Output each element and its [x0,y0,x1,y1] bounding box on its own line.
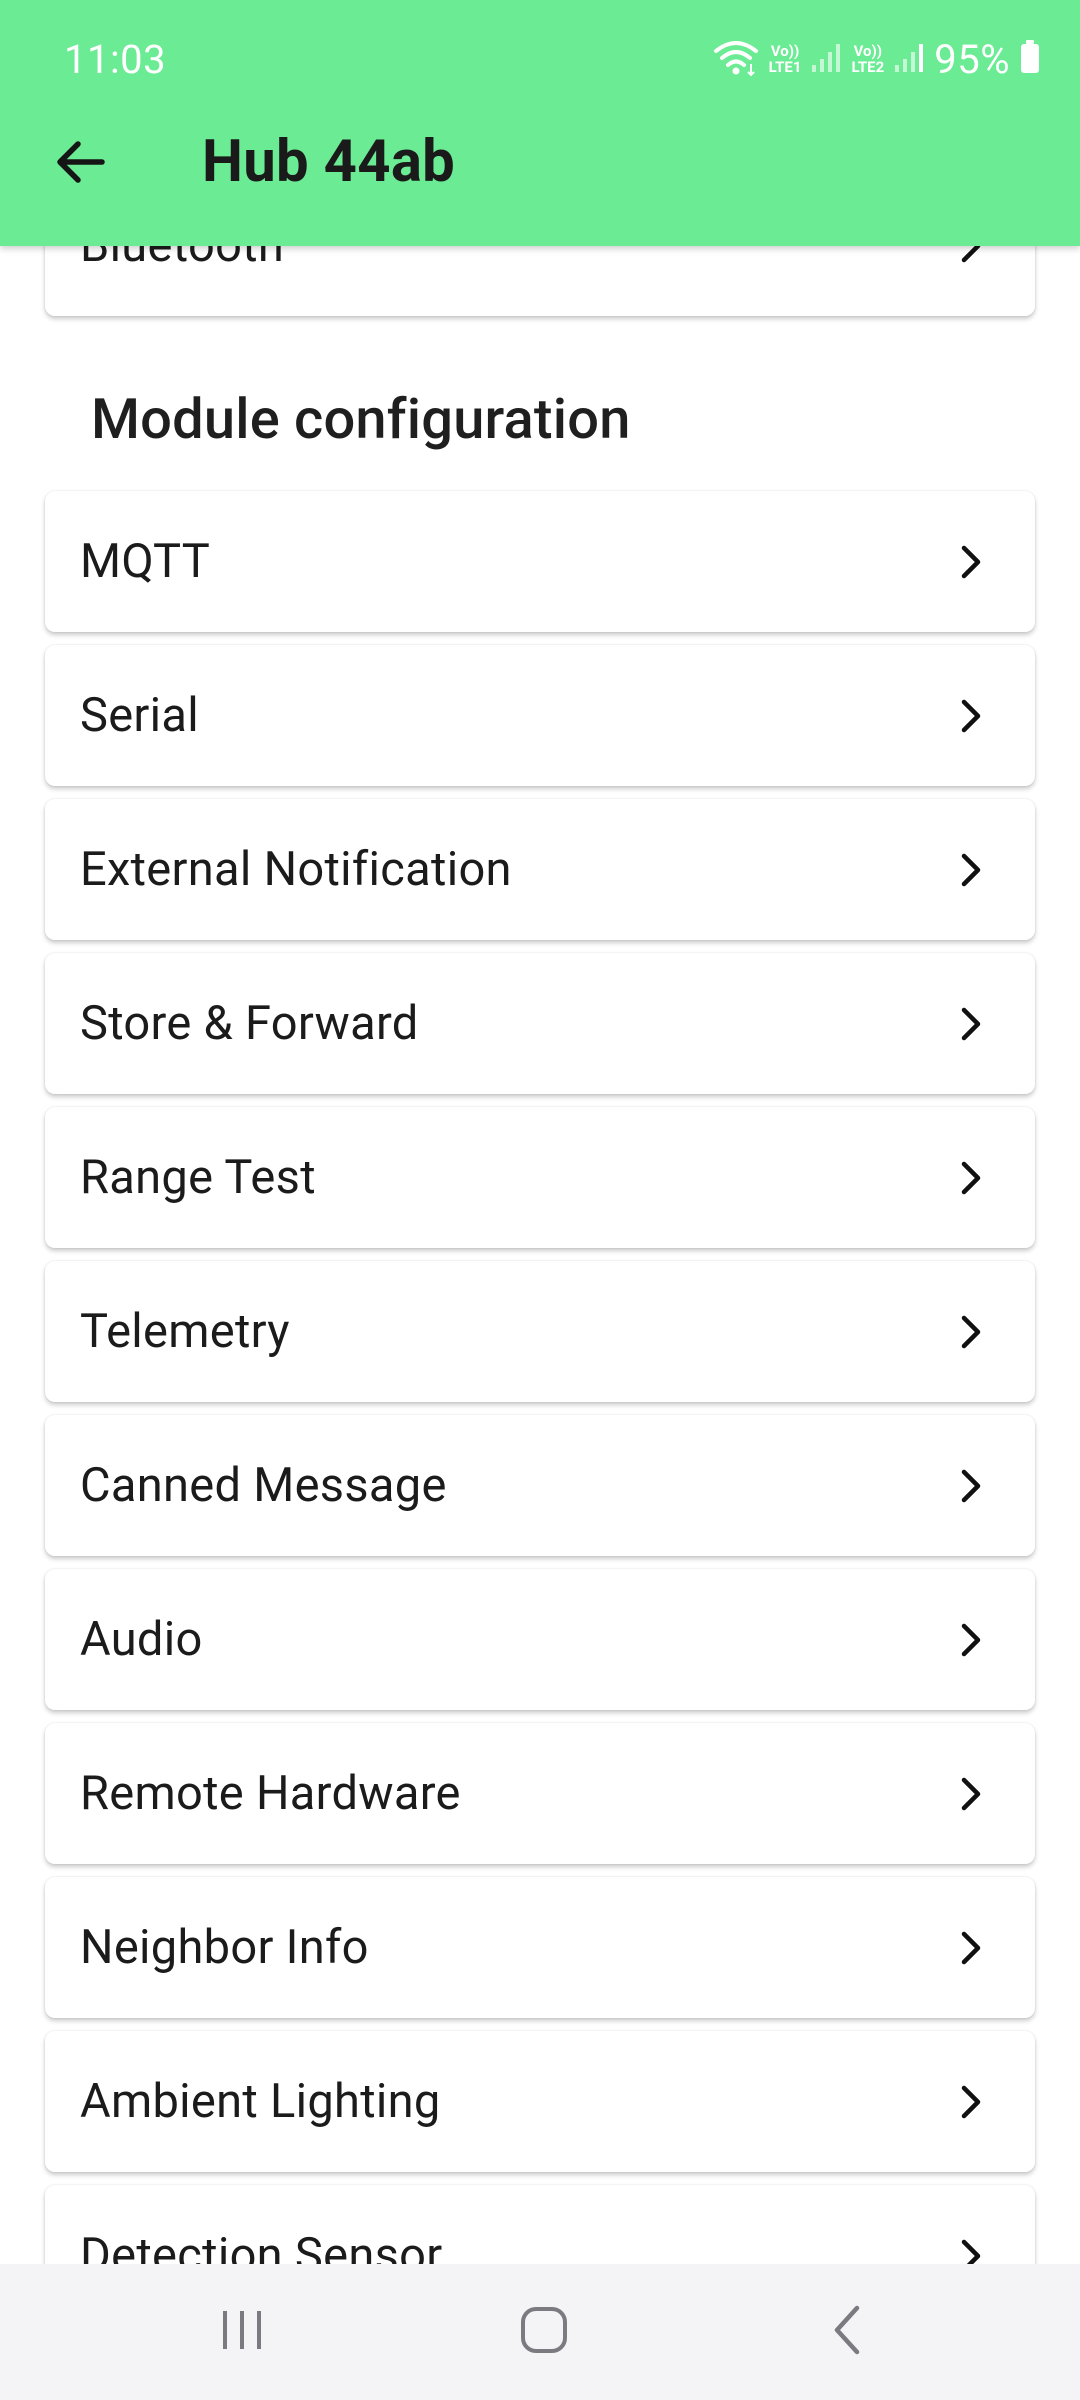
system-nav-bar [0,2264,1080,2400]
nav-back-icon [829,2304,865,2360]
back-button[interactable] [44,128,116,200]
chevron-right-icon [953,1468,989,1504]
recents-button[interactable] [192,2292,292,2372]
settings-item-label: Telemetry [80,1304,290,1359]
volte-sim2-icon: Vo)) LTE2 [851,42,885,76]
settings-item-label: Serial [80,688,199,743]
wifi-icon [713,37,759,81]
settings-item-telemetry[interactable]: Telemetry [45,1261,1035,1402]
home-icon [519,2305,569,2359]
settings-item-store-forward[interactable]: Store & Forward [45,953,1035,1094]
settings-item-external-notification[interactable]: External Notification [45,799,1035,940]
settings-item-label: Neighbor Info [80,1920,369,1975]
home-button[interactable] [494,2292,594,2372]
settings-item-serial[interactable]: Serial [45,645,1035,786]
signal-icon [811,41,841,77]
chevron-right-icon [953,2238,989,2264]
battery-percent: 95% [934,35,1010,83]
chevron-right-icon [953,852,989,888]
app-bar: 11:03 Vo)) LTE1 Vo)) LTE2 95% Hub 44ab [0,0,1080,246]
settings-item-detection-sensor[interactable]: Detection Sensor [45,2185,1035,2264]
settings-item-label: Canned Message [80,1458,447,1513]
settings-item-remote-hardware[interactable]: Remote Hardware [45,1723,1035,1864]
settings-item-mqtt[interactable]: MQTT [45,491,1035,632]
settings-list[interactable]: Bluetooth Module configuration MQTT Seri… [0,0,1080,2264]
settings-item-label: Remote Hardware [80,1766,461,1821]
battery-icon [1020,40,1040,78]
settings-item-ambient-lighting[interactable]: Ambient Lighting [45,2031,1035,2172]
settings-item-canned-message[interactable]: Canned Message [45,1415,1035,1556]
settings-item-neighbor-info[interactable]: Neighbor Info [45,1877,1035,2018]
status-icons: Vo)) LTE1 Vo)) LTE2 95% [713,34,1040,84]
settings-item-range-test[interactable]: Range Test [45,1107,1035,1248]
settings-item-audio[interactable]: Audio [45,1569,1035,1710]
chevron-right-icon [953,1622,989,1658]
section-title: Module configuration [91,386,631,452]
volte-sim1-icon: Vo)) LTE1 [768,42,802,76]
chevron-right-icon [953,1314,989,1350]
chevron-right-icon [953,1006,989,1042]
settings-item-label: MQTT [80,534,211,589]
settings-item-label: Detection Sensor [80,2228,443,2264]
settings-item-label: Ambient Lighting [80,2074,441,2129]
chevron-right-icon [953,1776,989,1812]
chevron-right-icon [953,2084,989,2120]
settings-item-label: Store & Forward [80,996,419,1051]
chevron-right-icon [953,698,989,734]
chevron-right-icon [953,1160,989,1196]
settings-item-label: External Notification [80,842,512,897]
page-title: Hub 44ab [202,128,456,196]
recents-icon [219,2307,265,2357]
signal-icon [894,41,924,77]
chevron-right-icon [953,544,989,580]
arrow-back-icon [54,140,106,188]
status-time: 11:03 [64,36,167,83]
settings-item-label: Range Test [80,1150,316,1205]
nav-back-button[interactable] [797,2292,897,2372]
settings-item-label: Audio [80,1612,203,1667]
chevron-right-icon [953,1930,989,1966]
